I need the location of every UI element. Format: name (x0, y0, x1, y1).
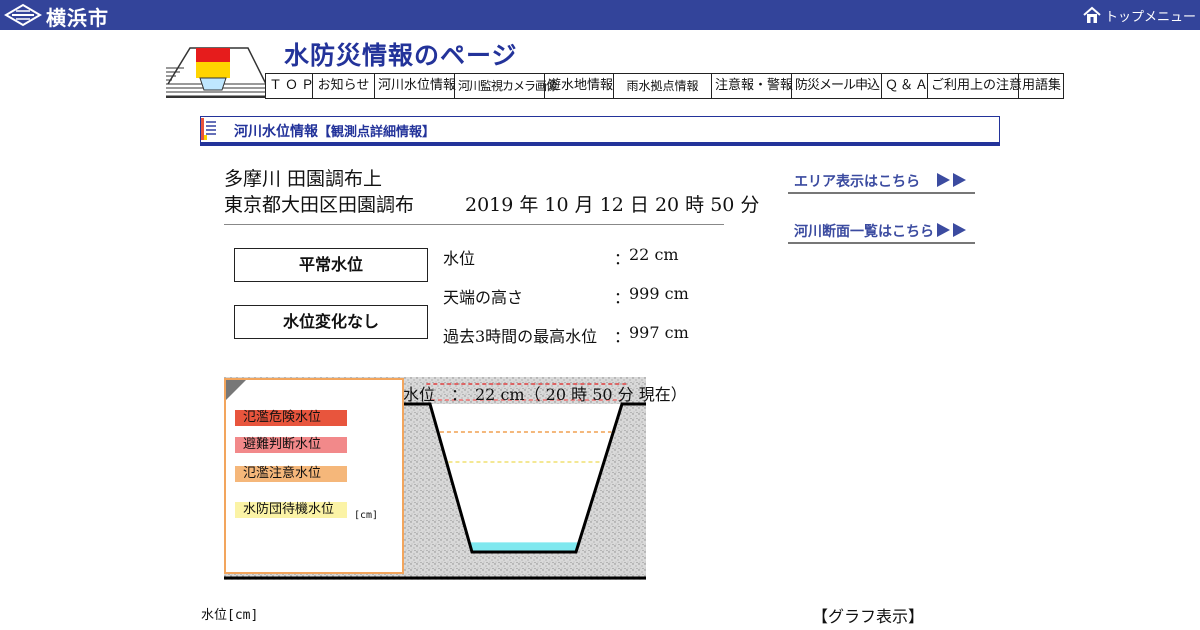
legend-flood-caution: 氾濫注意水位 (235, 466, 347, 482)
top-menu-label: トップメニュー (1104, 9, 1196, 25)
graph-toggle-link[interactable]: 【グラフ表示】 (812, 603, 924, 627)
legend-flood-danger: 氾濫危険水位 (235, 410, 347, 426)
nav-warnings[interactable]: 注意報・警報 (712, 74, 793, 98)
home-icon (1083, 6, 1101, 23)
reading-value: 997 cm (629, 323, 689, 342)
legend-standby: 水防団待機水位 (235, 502, 347, 518)
reading-label: 過去3時間の最高水位 (443, 327, 598, 346)
section-subtitle: 【観測点詳細情報】 (318, 125, 436, 140)
graph-y-axis-label: 水位[cm] (201, 608, 259, 623)
nav-river-camera[interactable]: 河川監視カメラ画像 (455, 74, 558, 98)
reading-colon: ： (614, 249, 631, 268)
section-title: 河川水位情報【観測点詳細情報】 (234, 121, 435, 141)
cross-section-list-link[interactable]: 河川断面一覧はこちら (788, 218, 975, 244)
city-name[interactable]: 横浜市 (46, 2, 109, 31)
current-level-label: 水位 ： 22 cm（ 20 時 50 分 現在） (403, 385, 687, 404)
legend-evacuation-judgment: 避難判断水位 (235, 437, 347, 453)
level-status-badge: 平常水位 (234, 248, 428, 282)
legend-unit: [cm] (354, 510, 379, 521)
nav-top[interactable]: ＴＯＰ (266, 74, 314, 98)
double-arrow-right-icon (937, 223, 966, 237)
nav-glossary[interactable]: 用語集 (1019, 74, 1064, 98)
station-address: 東京都大田区田園調布 (224, 194, 415, 216)
nav-qa[interactable]: Ｑ＆Ａ (882, 74, 928, 98)
cross-section-list-label: 河川断面一覧はこちら (794, 224, 934, 240)
legend-corner-icon (226, 380, 246, 400)
nav-rainwater-base[interactable]: 雨水拠点情報 (614, 74, 712, 98)
station-name: 多摩川 田園調布上 (224, 168, 383, 190)
nav-terms-of-use[interactable]: ご利用上の注意 (928, 74, 1022, 98)
double-arrow-right-icon (937, 173, 966, 187)
area-view-link[interactable]: エリア表示はこちら (788, 168, 975, 194)
nav-retention-basin[interactable]: 遊水地情報 (545, 74, 614, 98)
nav-news[interactable]: お知らせ (313, 74, 375, 98)
main-nav: ＴＯＰ お知らせ 河川水位情報 河川監視カメラ画像 遊水地情報 雨水拠点情報 注… (265, 73, 1064, 99)
observation-time: 2019 年 10 月 12 日 20 時 50 分 (465, 194, 760, 216)
reading-label: 水位 (443, 249, 476, 268)
city-logo-icon[interactable] (4, 2, 42, 28)
nav-mail-signup[interactable]: 防災メール申込 (792, 74, 882, 98)
station-info-divider (224, 224, 724, 225)
top-menu-link[interactable]: トップメニュー (1082, 3, 1196, 27)
top-bar: 横浜市 トップメニュー (0, 0, 1200, 30)
section-heading-underline (200, 142, 1000, 146)
reading-label: 天端の高さ (443, 288, 524, 307)
nav-river-level[interactable]: 河川水位情報 (375, 74, 456, 98)
reading-value: 22 cm (629, 245, 679, 264)
trend-status-badge: 水位変化なし (234, 305, 428, 339)
reading-value: 999 cm (629, 284, 689, 303)
page-title: 水防災情報のページ (284, 41, 518, 70)
threshold-legend: 氾濫危険水位 避難判断水位 氾濫注意水位 水防団待機水位 [cm] (224, 378, 404, 574)
header-rule (166, 96, 266, 98)
area-view-label: エリア表示はこちら (794, 174, 920, 190)
levee-logo-icon (166, 47, 266, 97)
section-title-main: 河川水位情報 (234, 124, 318, 140)
water-level-icon (201, 118, 217, 140)
reading-colon: ： (614, 327, 631, 346)
reading-colon: ： (614, 288, 631, 307)
